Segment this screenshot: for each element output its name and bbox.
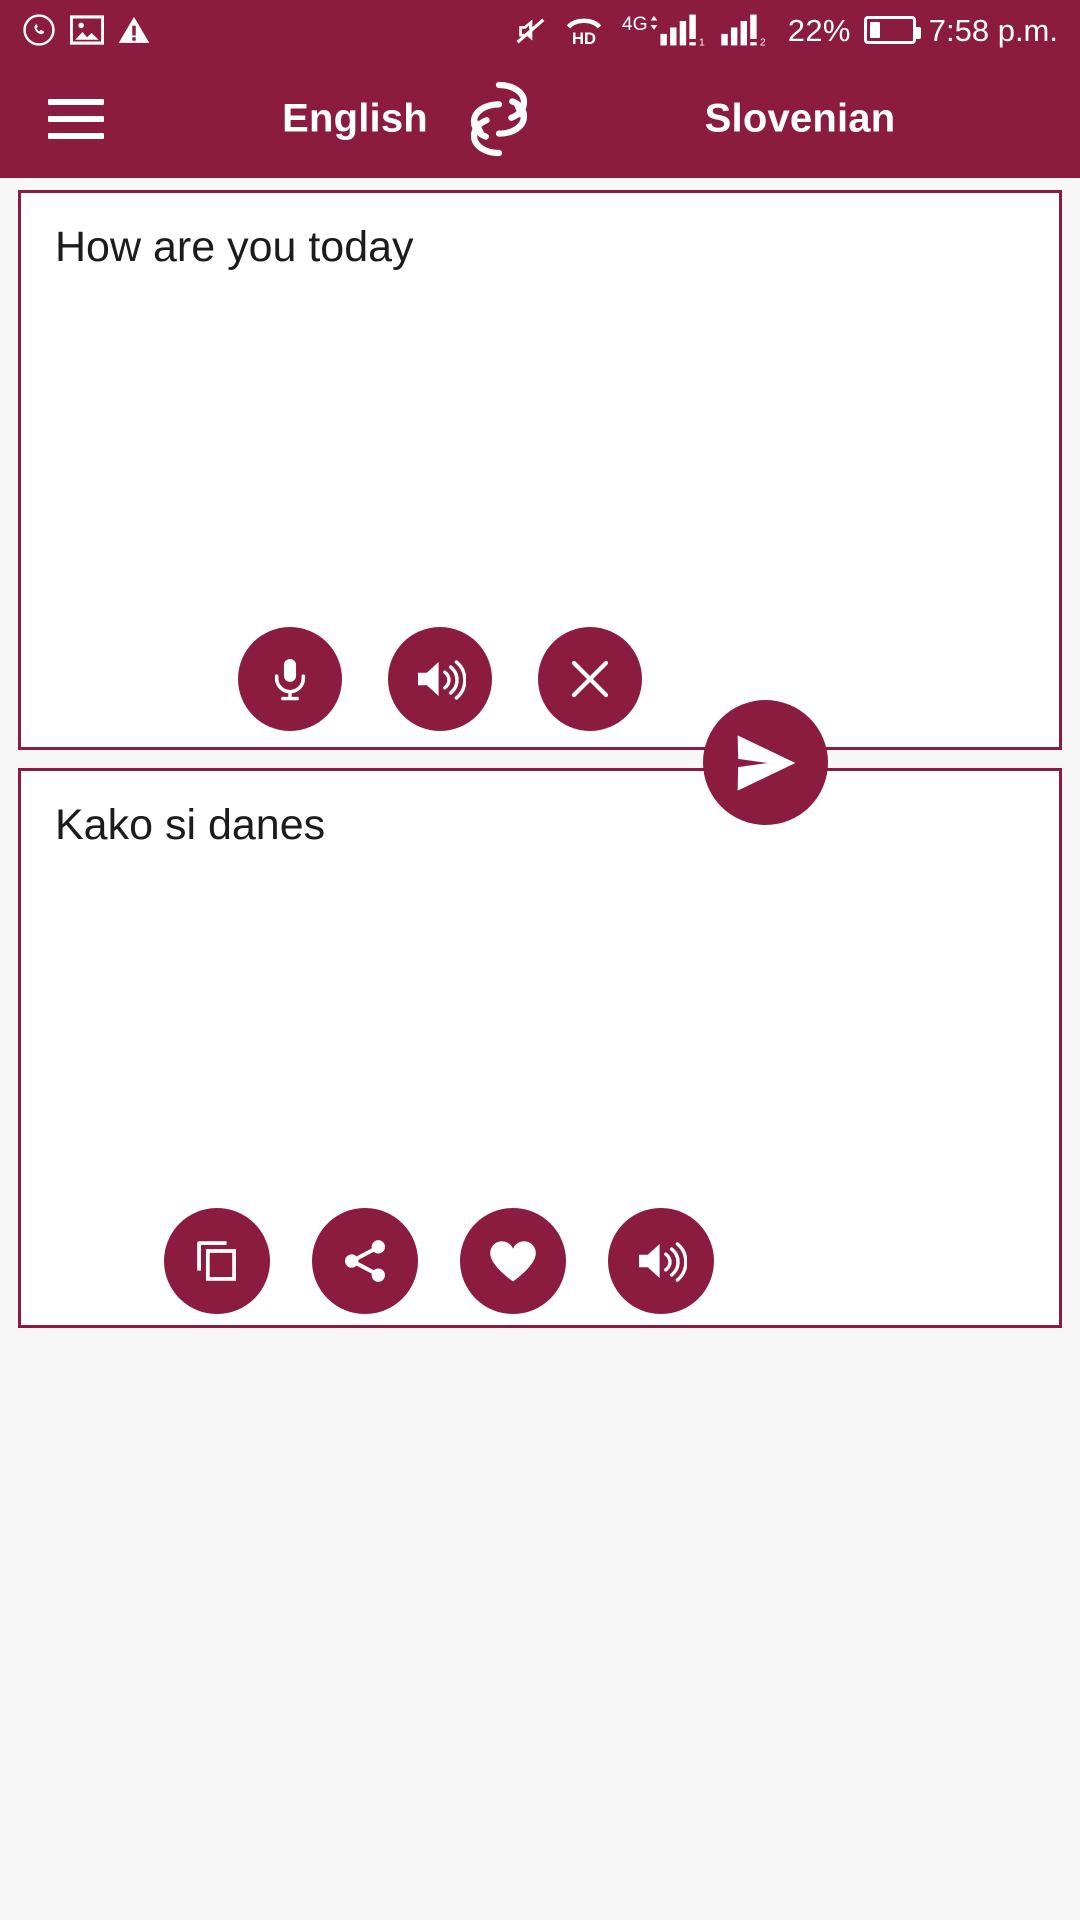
battery-percent-label: 22% — [787, 12, 851, 48]
svg-text:HD: HD — [572, 29, 596, 46]
favorite-button[interactable] — [460, 1208, 566, 1314]
send-paper-plane-icon — [729, 730, 803, 796]
copy-button[interactable] — [164, 1208, 270, 1314]
hamburger-menu-icon[interactable] — [48, 99, 104, 139]
svg-text:1: 1 — [699, 37, 705, 48]
volte-hd-icon: HD — [561, 14, 607, 46]
swap-languages-icon[interactable] — [455, 75, 543, 163]
source-language-selector[interactable]: English — [240, 97, 470, 142]
volume-speaker-icon — [414, 656, 466, 702]
signal-4g-icon: 4G 1 — [620, 12, 706, 48]
status-bar: HD 4G 1 2 22% 7:58 p.m. — [0, 0, 1080, 60]
status-bar-right-icons: HD 4G 1 2 22% 7:58 p.m. — [514, 12, 1058, 48]
speak-target-button[interactable] — [608, 1208, 714, 1314]
clear-text-button[interactable] — [538, 627, 642, 731]
source-text-input[interactable]: How are you today — [55, 221, 969, 275]
status-bar-left-icons — [22, 13, 150, 47]
translate-send-button[interactable] — [703, 700, 828, 825]
clock-label: 7:58 p.m. — [928, 12, 1058, 48]
volume-speaker-icon — [635, 1238, 687, 1284]
app-bar: English Slovenian — [0, 60, 1080, 178]
share-icon — [340, 1236, 390, 1286]
share-button[interactable] — [312, 1208, 418, 1314]
signal-bars-icon: 2 — [719, 12, 775, 48]
silent-mode-icon — [514, 14, 548, 46]
whatsapp-icon — [22, 13, 56, 47]
heart-icon — [487, 1237, 539, 1285]
speak-source-button[interactable] — [388, 627, 492, 731]
microphone-button[interactable] — [238, 627, 342, 731]
copy-icon — [192, 1236, 242, 1286]
target-language-selector[interactable]: Slovenian — [600, 97, 1000, 142]
translator-app-screen: HD 4G 1 2 22% 7:58 p.m. English Slovenia… — [0, 0, 1080, 1920]
screenshot-image-icon — [70, 15, 104, 45]
svg-text:2: 2 — [760, 37, 766, 48]
battery-icon — [863, 16, 921, 44]
microphone-icon — [265, 654, 315, 704]
warning-triangle-icon — [118, 15, 150, 45]
close-x-icon — [566, 655, 614, 703]
svg-text:4G: 4G — [622, 14, 648, 35]
target-action-row — [164, 1208, 714, 1314]
target-text-output: Kako si danes — [55, 801, 326, 849]
source-action-row — [238, 627, 642, 731]
